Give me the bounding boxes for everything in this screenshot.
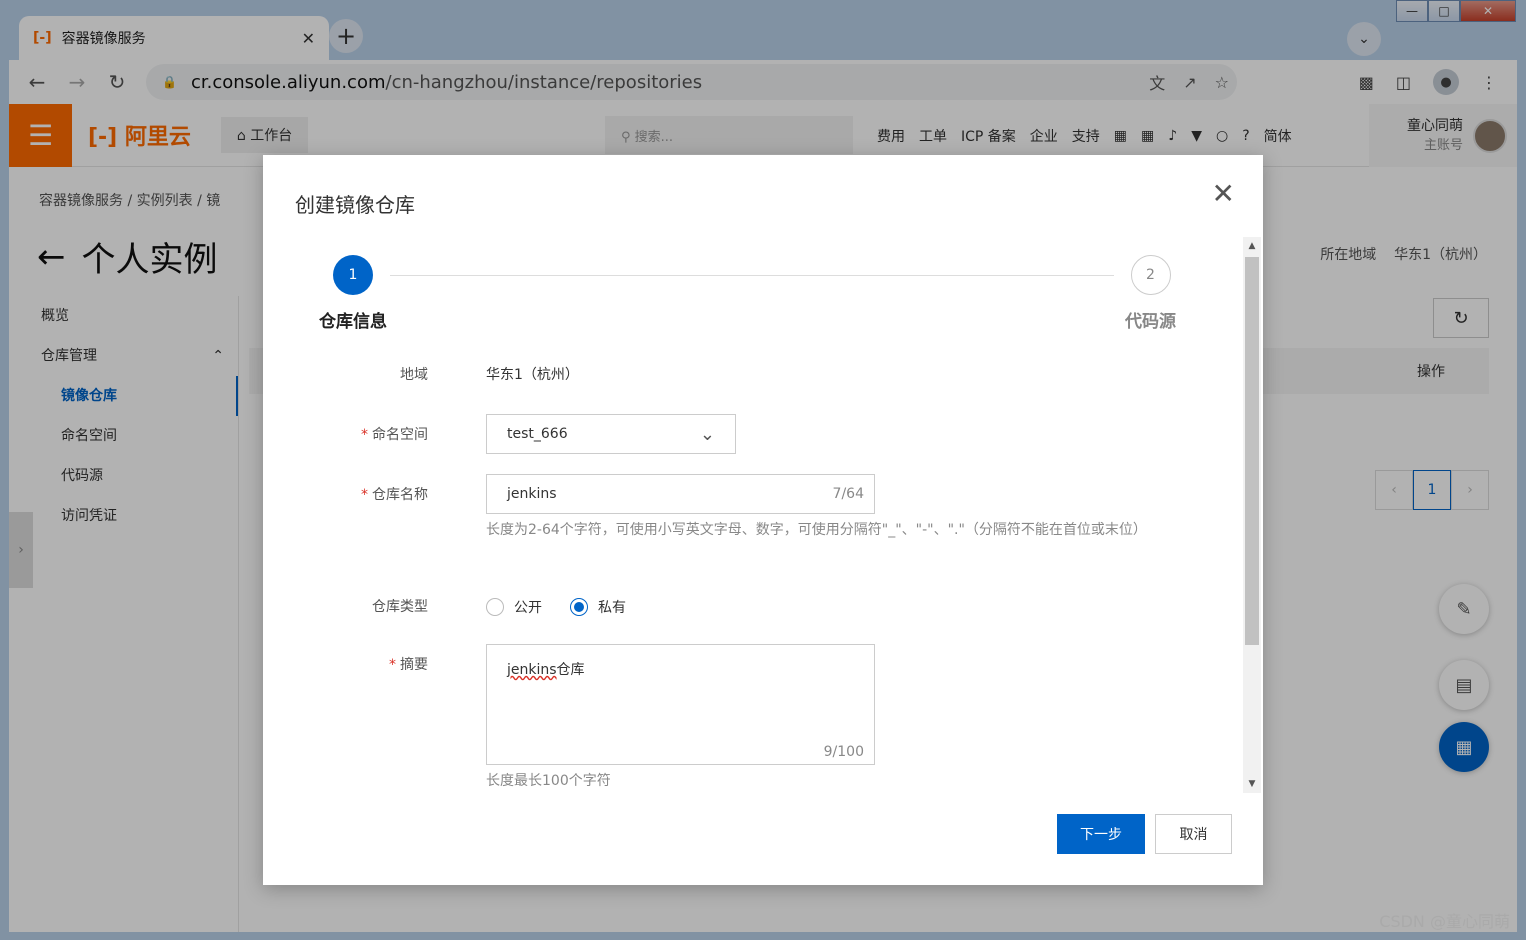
repo-name-input[interactable]: jenkins 7/64 [486,474,875,514]
step-2: 2 代码源 [1125,255,1176,332]
repo-type-private-radio[interactable]: 私有 [570,597,626,617]
namespace-select[interactable]: test_666 ⌄ [486,414,736,454]
summary-textarea[interactable]: jenkins仓库 9/100 [486,644,875,765]
summary-text-en: jenkins [507,662,557,678]
repo-name-value: jenkins [507,486,557,502]
repo-name-counter: 7/64 [832,486,864,502]
step-1: 1 仓库信息 [319,255,387,332]
summary-field-label: * 摘要 [389,657,428,673]
summary-help: 长度最长100个字符 [486,773,611,789]
scroll-up-icon[interactable]: ▲ [1243,237,1261,255]
dialog-body: 1 仓库信息 2 代码源 地域 华东1（杭州） * 命名空间 test_666 ⌄… [263,237,1260,793]
namespace-selected-value: test_666 [507,426,568,442]
repo-name-help: 长度为2-64个字符，可使用小写英文字母、数字，可使用分隔符"_"、"-"、".… [486,522,1147,538]
chevron-down-icon: ⌄ [699,423,715,445]
repo-type-private-label: 私有 [598,600,626,616]
next-step-button[interactable]: 下一步 [1057,814,1145,854]
scroll-thumb[interactable] [1245,257,1259,645]
step-connector [390,275,1114,276]
repo-type-radio-group: 公开 私有 [486,597,626,617]
region-field-label: 地域 [400,367,428,383]
step-1-indicator: 1 [333,255,373,295]
region-field-value: 华东1（杭州） [486,367,579,383]
radio-unchecked-icon [486,598,504,616]
cancel-button[interactable]: 取消 [1155,814,1232,854]
namespace-field-label: * 命名空间 [361,427,428,443]
repo-type-public-label: 公开 [514,600,542,616]
summary-counter: 9/100 [823,744,864,760]
summary-text-cn: 仓库 [556,662,585,678]
scroll-down-icon[interactable]: ▼ [1243,775,1261,793]
dialog-close-icon[interactable]: ✕ [1212,177,1235,210]
create-repo-dialog: 创建镜像仓库 ✕ 1 仓库信息 2 代码源 地域 华东1（杭州） * 命名空间 t… [263,155,1263,885]
step-2-indicator: 2 [1130,255,1171,295]
repo-type-public-radio[interactable]: 公开 [486,597,542,617]
watermark: CSDN @童心同萌 [1379,912,1510,931]
radio-checked-icon [570,598,588,616]
dialog-title: 创建镜像仓库 [295,193,415,217]
step-1-label: 仓库信息 [319,312,387,332]
repo-name-field-label: * 仓库名称 [361,487,428,503]
dialog-scrollbar[interactable]: ▲ ▼ [1243,237,1261,793]
repo-type-field-label: 仓库类型 [372,599,428,615]
step-2-label: 代码源 [1125,312,1176,332]
